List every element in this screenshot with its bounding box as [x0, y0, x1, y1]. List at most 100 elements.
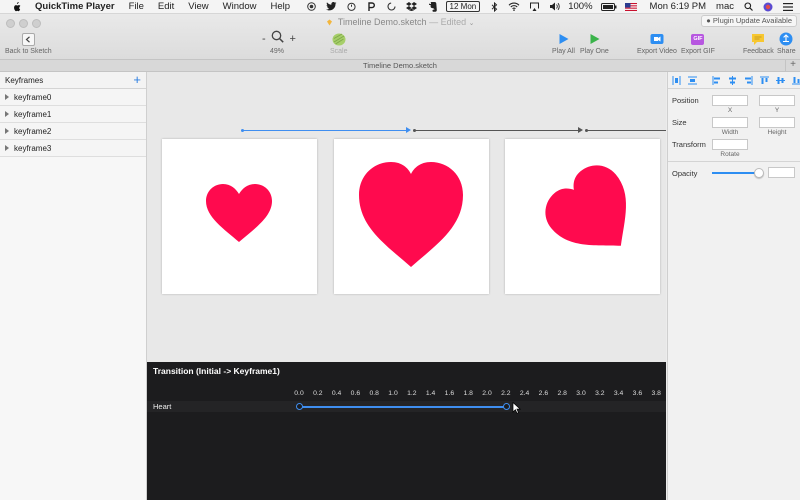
timeline-tick-label: 3.2: [595, 390, 605, 397]
new-tab-button[interactable]: +: [785, 60, 800, 71]
position-y-field[interactable]: [759, 95, 795, 106]
timeline-end-handle[interactable]: [502, 403, 510, 410]
position-y-label: Y: [774, 107, 780, 114]
menu-file[interactable]: File: [129, 1, 144, 12]
menu-help[interactable]: Help: [270, 1, 290, 12]
zoom-in-button[interactable]: +: [290, 33, 296, 45]
opacity-slider-track[interactable]: [712, 168, 764, 178]
align-center-horizontal-icon[interactable]: [728, 75, 738, 85]
menubar-clock[interactable]: Mon 6:19 PM: [650, 1, 707, 12]
keyframe-item-1[interactable]: keyframe1: [0, 106, 146, 123]
keyframe-item-3[interactable]: keyframe3: [0, 140, 146, 157]
timeline-row-heart[interactable]: Heart: [147, 401, 666, 412]
timeline-tick-label: 1.2: [407, 390, 417, 397]
record-icon[interactable]: [306, 2, 318, 12]
opacity-slider-knob[interactable]: [754, 168, 764, 178]
loading-icon[interactable]: [386, 2, 398, 12]
menu-view[interactable]: View: [188, 1, 208, 12]
align-middle-vertical-icon[interactable]: [775, 76, 785, 85]
document-tab[interactable]: Timeline Demo.sketch: [0, 60, 800, 71]
disclosure-triangle-icon[interactable]: [5, 145, 9, 151]
connector-arrow-icon: [406, 127, 411, 133]
timeline-tick-label: 2.6: [538, 390, 549, 397]
position-x-label: X: [727, 107, 733, 114]
plugin-dot-icon: ●: [706, 16, 713, 25]
export-video-button[interactable]: Export Video: [637, 31, 677, 55]
opacity-field[interactable]: [768, 167, 795, 178]
keyframe-label: keyframe0: [14, 92, 52, 102]
disclosure-triangle-icon[interactable]: [5, 128, 9, 134]
align-left-icon[interactable]: [712, 75, 722, 85]
plugin-update-badge[interactable]: ● Plugin Update Available: [701, 15, 797, 27]
evernote-icon[interactable]: [426, 1, 438, 12]
timeline-duration-bar[interactable]: [299, 406, 506, 408]
rotate-field[interactable]: [712, 139, 748, 150]
gif-icon-text: GIF: [691, 33, 705, 45]
profile-icon[interactable]: [762, 2, 774, 12]
play-one-button[interactable]: Play One: [580, 31, 609, 55]
transition-connector-3[interactable]: [586, 130, 666, 131]
back-to-sketch-button[interactable]: Back to Sketch: [5, 31, 52, 55]
align-right-icon[interactable]: [744, 75, 754, 85]
disclosure-triangle-icon[interactable]: [5, 94, 9, 100]
align-top-icon[interactable]: [759, 76, 769, 85]
transition-connector-2[interactable]: [414, 130, 580, 131]
timeline-start-handle[interactable]: [296, 403, 303, 410]
active-transition-connector[interactable]: [242, 130, 408, 131]
artboard-keyframe1[interactable]: [334, 139, 489, 294]
heart-rotated[interactable]: [505, 139, 660, 294]
plugin-update-label: Plugin Update Available: [712, 16, 792, 25]
battery-icon[interactable]: [600, 2, 617, 12]
title-chevron-icon[interactable]: ⌄: [469, 20, 475, 27]
zoom-out-button[interactable]: -: [262, 33, 266, 45]
menu-edit[interactable]: Edit: [158, 1, 174, 12]
artboard-canvas[interactable]: [147, 72, 666, 362]
bluetooth-icon[interactable]: [488, 1, 500, 12]
wifi-icon[interactable]: [508, 2, 520, 12]
airplay-icon[interactable]: [528, 2, 540, 12]
macos-menubar: QuickTime Player File Edit View Window H…: [0, 0, 800, 14]
keyframe-item-0[interactable]: keyframe0: [0, 89, 146, 106]
timeline-tick-label: 3.4: [613, 390, 624, 397]
twitter-icon[interactable]: [326, 2, 338, 12]
us-flag-icon[interactable]: [625, 2, 638, 12]
add-keyframe-button[interactable]: +: [133, 73, 141, 86]
apple-icon[interactable]: [10, 1, 22, 13]
heart-large[interactable]: [334, 139, 489, 294]
notification-center-icon[interactable]: [782, 2, 794, 12]
date-badge[interactable]: 12 Mon: [445, 1, 481, 12]
window-title-text: Timeline Demo.sketch: [337, 17, 427, 27]
size-height-field[interactable]: [759, 117, 795, 128]
play-all-button[interactable]: Play All: [552, 31, 575, 55]
scale-button[interactable]: Scale: [330, 31, 348, 55]
artboard-keyframe2[interactable]: [505, 139, 660, 294]
align-bottom-icon[interactable]: [791, 76, 800, 85]
battery-percent[interactable]: 100%: [568, 1, 592, 12]
menubar-user[interactable]: mac: [716, 1, 734, 12]
mouse-cursor-icon: [512, 402, 521, 414]
export-gif-button[interactable]: GIF Export GIF: [681, 31, 715, 55]
size-width-field[interactable]: [712, 117, 748, 128]
volume-icon[interactable]: [548, 2, 560, 12]
menu-window[interactable]: Window: [223, 1, 257, 12]
timer-icon[interactable]: [346, 2, 358, 12]
timeline-tick-label: 3.6: [632, 390, 643, 397]
spotlight-icon[interactable]: [742, 2, 754, 12]
position-x-field[interactable]: [712, 95, 748, 106]
zoom-magnifier-icon[interactable]: [271, 30, 284, 48]
distribute-vertical-icon[interactable]: [688, 76, 698, 85]
keyframes-panel: Keyframes + keyframe0 keyframe1 keyframe…: [0, 72, 147, 500]
share-label: Share: [777, 48, 796, 55]
heart-small[interactable]: [162, 139, 317, 294]
share-button[interactable]: Share: [777, 31, 796, 55]
distribute-horizontal-icon[interactable]: [672, 75, 682, 85]
keyframe-item-2[interactable]: keyframe2: [0, 123, 146, 140]
feedback-button[interactable]: Feedback: [743, 31, 774, 55]
path-finder-icon[interactable]: [366, 1, 378, 12]
artboard-keyframe0[interactable]: [162, 139, 317, 294]
disclosure-triangle-icon[interactable]: [5, 111, 9, 117]
menu-app-name[interactable]: QuickTime Player: [35, 1, 115, 12]
dropbox-icon[interactable]: [406, 2, 418, 12]
timeline-tick-label: 1.6: [444, 390, 455, 397]
timeline-tick-label: 0.6: [350, 390, 361, 397]
